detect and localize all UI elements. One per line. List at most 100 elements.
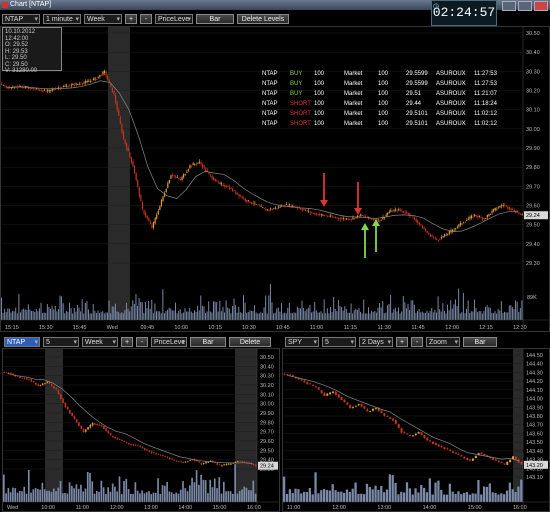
- volume-bar: [268, 295, 270, 320]
- volume-bar: [37, 311, 39, 320]
- candle-body: [183, 174, 185, 178]
- volume-bar: [94, 310, 96, 320]
- main-interval-select[interactable]: 1 minute: [43, 14, 81, 25]
- candle-body: [414, 433, 417, 435]
- candle-body: [514, 456, 517, 460]
- trade-side: SHORT: [290, 121, 311, 127]
- candle-body: [407, 212, 409, 215]
- left-interval-select[interactable]: 5 minutes: [43, 337, 79, 356]
- volume-bar: [380, 307, 382, 320]
- volume-bar: [2, 312, 4, 320]
- candle-body: [472, 458, 474, 461]
- candle-body: [509, 459, 512, 463]
- candle-body: [491, 210, 493, 213]
- volume-bar: [328, 313, 330, 320]
- candle-body: [116, 102, 118, 111]
- volume-bar: [5, 312, 7, 320]
- close-button[interactable]: [534, 1, 548, 11]
- left-bar-button[interactable]: Bar: [190, 337, 226, 347]
- volume-bar: [511, 489, 514, 502]
- candle-body: [141, 202, 144, 209]
- candle-body: [151, 224, 153, 228]
- volume-bar: [212, 301, 214, 320]
- right-bar-button[interactable]: Bar: [463, 337, 497, 347]
- left-range-select[interactable]: Week: [82, 337, 118, 348]
- right-zoom-out-button[interactable]: -: [411, 337, 423, 347]
- volume-bar: [311, 494, 314, 502]
- volume-bar: [29, 309, 31, 320]
- volume-bar: [333, 296, 335, 320]
- volume-bar: [503, 494, 506, 502]
- right-zoom-in-button[interactable]: +: [396, 337, 408, 347]
- volume-bar: [148, 491, 150, 502]
- volume-bar: [209, 479, 212, 502]
- main-delete-levels-button[interactable]: Delete Levels: [237, 14, 289, 24]
- candle-body: [132, 161, 134, 167]
- right-symbol-select[interactable]: SPY: [285, 337, 319, 348]
- candle-body: [255, 204, 257, 205]
- volume-bar: [448, 483, 451, 502]
- volume-bar: [337, 300, 339, 320]
- volume-bar: [472, 311, 474, 320]
- time-tick-label: 12:00: [445, 325, 459, 331]
- trade-time: 11:21:07: [474, 91, 497, 97]
- main-range-select[interactable]: Week: [84, 14, 122, 25]
- volume-bar: [43, 312, 45, 320]
- main-zoom-out-button[interactable]: -: [140, 14, 152, 24]
- price-tick-label: 30.00: [526, 127, 540, 133]
- candle-body: [444, 234, 446, 237]
- volume-bar: [513, 309, 515, 320]
- volume-bar: [411, 494, 414, 502]
- candle-body: [347, 218, 349, 220]
- candle-body: [466, 219, 468, 221]
- left-toolbar: NTAP 5 minutes Week + - PriceLeve Bar De…: [4, 337, 271, 356]
- volume-bar: [320, 490, 323, 502]
- left-symbol-select[interactable]: NTAP: [4, 337, 40, 348]
- main-zoom-in-button[interactable]: +: [125, 14, 137, 24]
- minimize-button[interactable]: [502, 1, 516, 11]
- trade-sym: NTAP: [262, 111, 278, 117]
- volume-bar: [62, 303, 64, 320]
- volume-bar: [423, 312, 425, 320]
- volume-bar: [43, 489, 46, 502]
- right-chart-panel[interactable]: 144.50 144.40 144.30 144.20 144.10 144.00 143.…: [282, 348, 550, 512]
- price-tick-label: 29.40: [526, 242, 540, 248]
- left-chart-panel[interactable]: 30.50 30.40 30.30 30.20 30.10 30.00 29.90 29.80…: [2, 348, 280, 512]
- price-tick-label: 143.50: [526, 440, 543, 446]
- maximize-button[interactable]: [518, 1, 532, 11]
- candle-body: [453, 229, 455, 231]
- window-title: Chart [NTAP]: [10, 1, 52, 8]
- right-chart-canvas[interactable]: 144.50 144.40 144.30 144.20 144.10 144.00 143.…: [283, 349, 549, 511]
- main-bar-button[interactable]: Bar: [196, 14, 234, 24]
- left-zoom-in-button[interactable]: +: [121, 337, 133, 347]
- candle-body: [398, 208, 400, 211]
- volume-bar: [213, 478, 216, 502]
- volume-bar: [143, 493, 146, 502]
- chart-app-icon: [2, 2, 8, 8]
- candle-body: [406, 212, 408, 214]
- candle-body: [326, 215, 329, 217]
- candle-body: [160, 200, 163, 206]
- volume-bar: [494, 311, 496, 320]
- left-delete-levels-button[interactable]: Delete Levels: [229, 337, 271, 356]
- right-zoom-select[interactable]: Zoom: [426, 337, 460, 348]
- time-tick-label: 13:00: [377, 505, 391, 511]
- left-indicator-select[interactable]: PriceLeve: [151, 337, 187, 348]
- volume-bar: [360, 311, 362, 320]
- main-symbol-select[interactable]: NTAP: [2, 14, 40, 25]
- main-indicator-select[interactable]: PriceLeve: [155, 14, 193, 25]
- candle-body: [303, 380, 306, 383]
- volume-bar: [483, 486, 486, 502]
- candle-body: [391, 211, 393, 213]
- right-interval-select[interactable]: 5 minutes: [322, 337, 356, 356]
- volume-bar: [207, 493, 209, 502]
- volume-bar: [436, 312, 437, 320]
- right-range-select[interactable]: 2 Days: [359, 337, 393, 348]
- volume-bar: [461, 312, 463, 320]
- left-zoom-out-button[interactable]: -: [136, 337, 148, 347]
- candle-body: [326, 393, 329, 396]
- volume-bar: [285, 493, 289, 502]
- volume-bar: [312, 311, 314, 320]
- candle-body: [54, 89, 57, 90]
- left-chart-canvas[interactable]: 30.50 30.40 30.30 30.20 30.10 30.00 29.90 29.80…: [3, 349, 279, 511]
